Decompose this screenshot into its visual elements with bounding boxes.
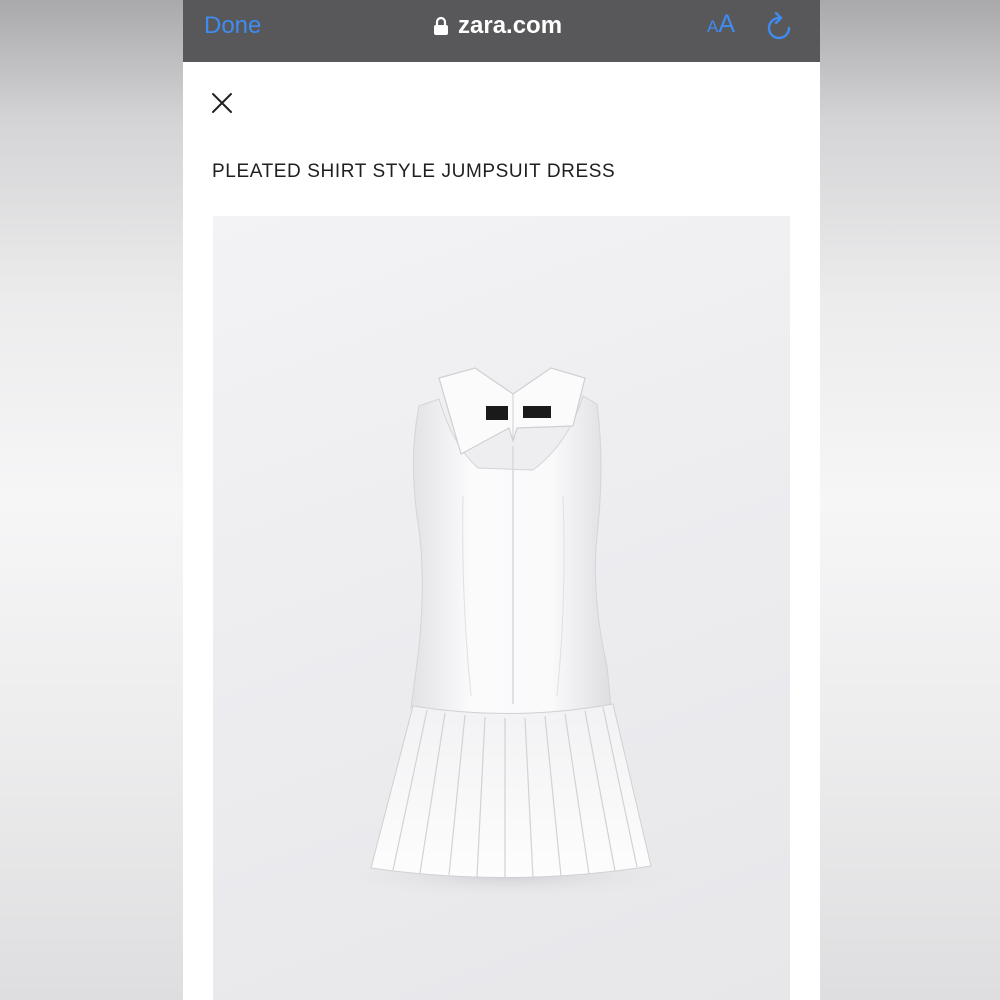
close-icon[interactable] bbox=[211, 92, 233, 114]
care-label bbox=[523, 406, 551, 418]
product-image[interactable] bbox=[213, 216, 790, 1000]
brand-label bbox=[486, 406, 508, 420]
dress-bodice bbox=[410, 395, 612, 716]
text-size-small-letter: A bbox=[707, 17, 719, 36]
done-button[interactable]: Done bbox=[204, 11, 261, 41]
url-text: zara.com bbox=[458, 12, 563, 39]
address-bar[interactable]: zara.com bbox=[433, 11, 562, 41]
browser-toolbar: Done zara.com AA bbox=[183, 0, 820, 62]
browser-window: Done zara.com AA PLEATED SHIRT STYLE JUM… bbox=[183, 0, 820, 1000]
pleated-skirt bbox=[370, 703, 652, 879]
text-size-button[interactable]: AA bbox=[707, 10, 735, 42]
text-size-large-letter: A bbox=[718, 10, 736, 38]
lock-icon bbox=[434, 16, 448, 35]
dress-illustration bbox=[334, 367, 684, 898]
product-title: PLEATED SHIRT STYLE JUMPSUIT DRESS bbox=[212, 161, 616, 182]
reload-icon[interactable] bbox=[765, 12, 793, 42]
